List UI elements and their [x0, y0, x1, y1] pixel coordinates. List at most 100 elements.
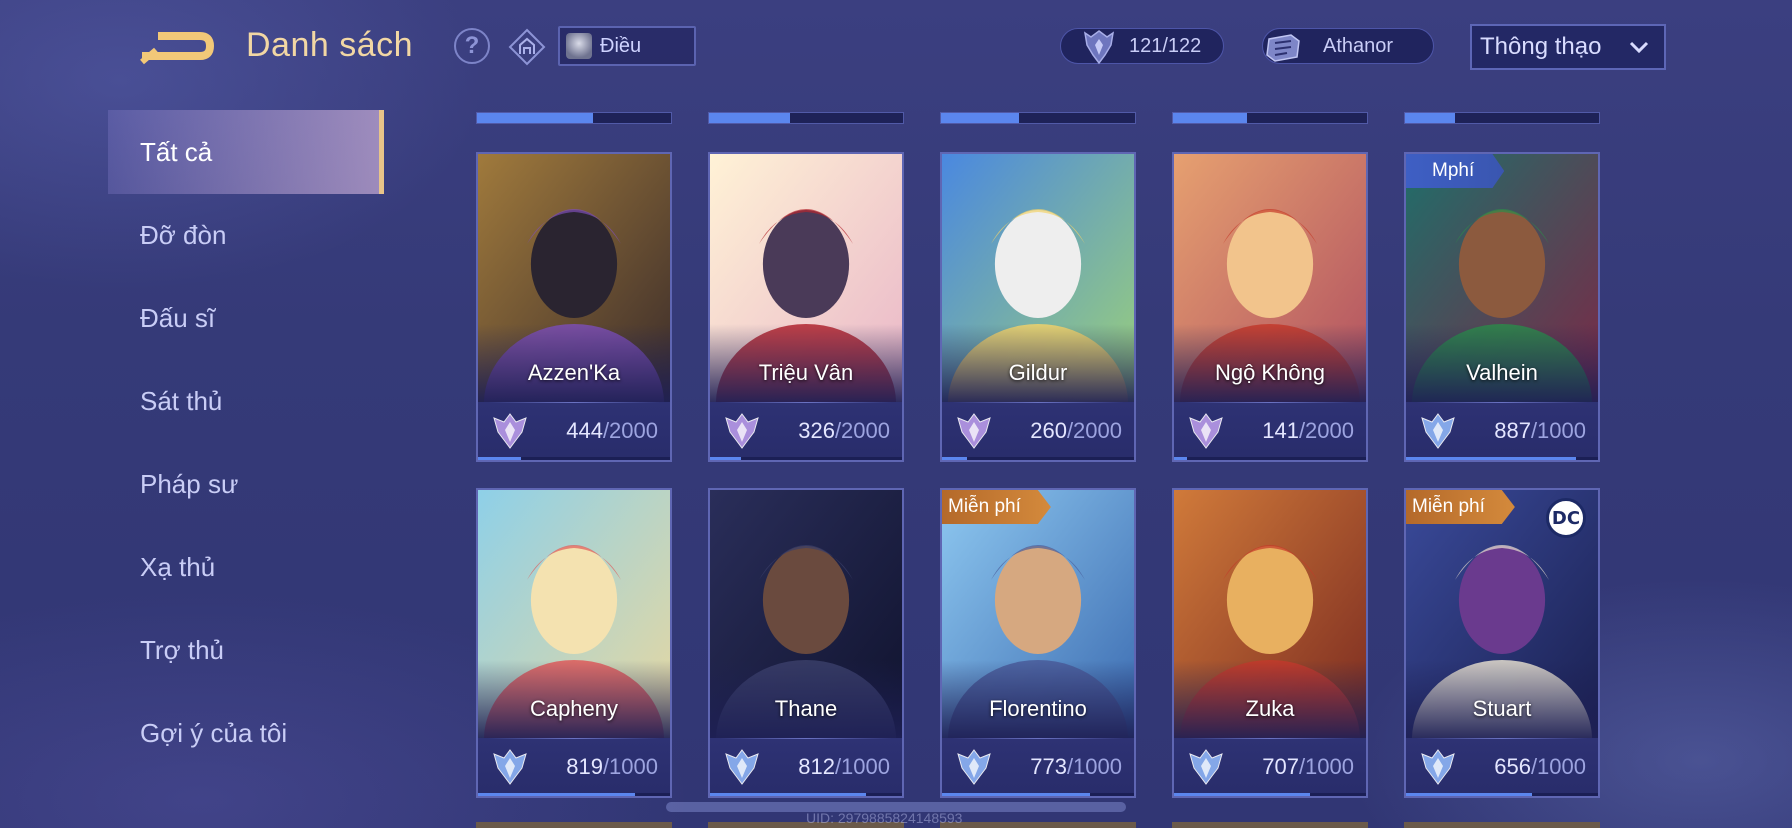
divider [952, 738, 1124, 739]
mastery-points: 773/1000 [1030, 754, 1122, 780]
mastery-points-current: 260 [1030, 418, 1067, 443]
mastery-rank-icon [954, 748, 994, 786]
mastery-points-current: 773 [1030, 754, 1067, 779]
sidebar-item-label: Sát thủ [140, 385, 223, 416]
mastery-progress-bar [478, 457, 670, 460]
mastery-rank-icon [1186, 412, 1226, 450]
mastery-rank-icon [490, 412, 530, 450]
sidebar-item[interactable]: Gợi ý của tôi [108, 691, 384, 775]
hero-mastery-info: 141/2000 [1174, 402, 1366, 460]
hero-name: Azzen'Ka [527, 360, 621, 385]
progress-fill [1174, 793, 1310, 796]
hero-card[interactable]: Capheny 819/1000 [476, 488, 672, 798]
previous-row-progress [1172, 112, 1368, 124]
sidebar-item[interactable]: Sát thủ [108, 359, 384, 443]
mastery-progress-bar [1406, 457, 1598, 460]
back-button[interactable] [140, 26, 216, 66]
hero-name: Capheny [529, 696, 619, 721]
mastery-rank-icon [1418, 748, 1458, 786]
hero-card[interactable]: Thane 812/1000 [708, 488, 904, 798]
sidebar-item-label: Trợ thủ [140, 634, 224, 665]
sidebar-item[interactable]: Xạ thủ [108, 525, 384, 609]
dc-logo-icon: DC [1546, 498, 1586, 538]
mastery-points-max: /2000 [602, 418, 658, 443]
sidebar-item[interactable]: Tất cả [108, 110, 384, 194]
hero-card[interactable]: Triệu Vân 326/2000 [708, 152, 904, 462]
progress-fill [710, 793, 866, 796]
hero-name: Florentino [989, 696, 1087, 721]
sidebar-item-label: Đỡ đòn [140, 219, 227, 250]
sidebar-item[interactable]: Đỡ đòn [108, 193, 384, 277]
hero-card[interactable]: Azzen'Ka 444/2000 [476, 152, 672, 462]
hero-card[interactable]: Miễn phí Florentino 773/1000 [940, 488, 1136, 798]
divider [1416, 738, 1588, 739]
progress-fill [1173, 113, 1247, 123]
hero-name: Triệu Vân [758, 360, 854, 385]
sidebar-item-label: Xạ thủ [140, 551, 216, 582]
mastery-points-max: /2000 [834, 418, 890, 443]
hero-mastery-info: 326/2000 [710, 402, 902, 460]
mastery-rank-icon [1186, 748, 1226, 786]
hero-mastery-info: 773/1000 [942, 738, 1134, 796]
mastery-points: 887/1000 [1494, 418, 1586, 444]
hero-card[interactable]: Miễn phí DC Stuart 656/1000 [1404, 488, 1600, 798]
chevron-down-icon [1629, 41, 1649, 54]
user-id: UID: 2979885824148593 [806, 810, 963, 826]
mastery-progress-bar [942, 793, 1134, 796]
back-arrow-icon [140, 32, 215, 65]
progress-fill [709, 113, 791, 123]
page-title: Danh sách [246, 26, 414, 64]
sidebar-item-label: Pháp sư [140, 468, 239, 499]
mastery-points-max: /2000 [1298, 418, 1354, 443]
sidebar-item[interactable]: Đấu sĩ [108, 276, 384, 360]
sidebar-item-label: Gợi ý của tôi [140, 717, 288, 748]
mastery-points-max: /1000 [1530, 754, 1586, 779]
mastery-points-current: 707 [1262, 754, 1299, 779]
progress-fill [1174, 457, 1188, 460]
mastery-points-max: /1000 [1066, 754, 1122, 779]
mastery-points-max: /2000 [1066, 418, 1122, 443]
previous-row-progress [708, 112, 904, 124]
hero-name: Gildur [1008, 360, 1068, 385]
hero-card[interactable]: Mphí Valhein 887/1000 [1404, 152, 1600, 462]
mastery-points-max: /1000 [602, 754, 658, 779]
hero-mastery-info: 444/2000 [478, 402, 670, 460]
progress-fill [478, 457, 521, 460]
divider [720, 402, 892, 403]
hero-mastery-info: 656/1000 [1406, 738, 1598, 796]
mastery-points-current: 812 [798, 754, 835, 779]
divider [1184, 402, 1356, 403]
hero-name: Thane [774, 696, 838, 721]
progress-fill [941, 113, 1019, 123]
next-row-card-edge [476, 822, 672, 828]
hero-card[interactable]: Gildur 260/2000 [940, 152, 1136, 462]
hero-name: Zuka [1245, 696, 1295, 721]
mastery-rank-icon [490, 748, 530, 786]
hero-card[interactable]: Zuka 707/1000 [1172, 488, 1368, 798]
mastery-points: 326/2000 [798, 418, 890, 444]
mastery-progress-bar [942, 457, 1134, 460]
sidebar-item[interactable]: Trợ thủ [108, 608, 384, 692]
mastery-rank-icon [1418, 412, 1458, 450]
hero-name: Ngộ Không [1214, 360, 1326, 385]
mastery-progress-bar [710, 793, 902, 796]
progress-fill [1405, 113, 1456, 123]
divider [1184, 738, 1356, 739]
mastery-points: 141/2000 [1262, 418, 1354, 444]
hero-mastery-info: 707/1000 [1174, 738, 1366, 796]
hero-card[interactable]: Ngộ Không 141/2000 [1172, 152, 1368, 462]
hero-mastery-info: 260/2000 [942, 402, 1134, 460]
mastery-points: 444/2000 [566, 418, 658, 444]
mastery-progress-bar [710, 457, 902, 460]
mastery-rank-icon [722, 412, 762, 450]
hero-mastery-info: 812/1000 [710, 738, 902, 796]
hero-mastery-info: 887/1000 [1406, 402, 1598, 460]
mastery-rank-icon [954, 412, 994, 450]
mastery-points-current: 141 [1262, 418, 1299, 443]
previous-row-progress [1404, 112, 1600, 124]
free-badge: Miễn phí [1406, 490, 1515, 524]
divider [488, 402, 660, 403]
progress-fill [477, 113, 594, 123]
sidebar-item[interactable]: Pháp sư [108, 442, 384, 526]
next-row-card-edge [940, 822, 1136, 828]
